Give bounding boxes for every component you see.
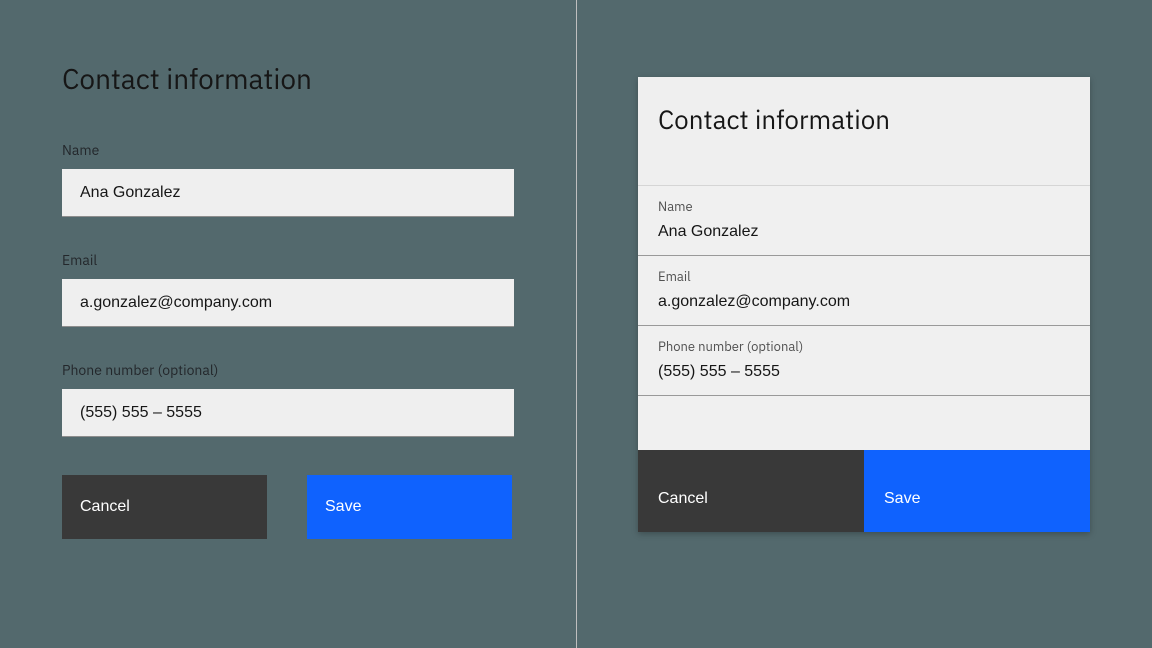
- modal-name-label: Name: [658, 198, 1070, 215]
- modal-spacer: [638, 396, 1090, 450]
- modal-title: Contact information: [658, 103, 1070, 137]
- modal-cancel-button[interactable]: Cancel: [638, 450, 864, 532]
- button-row: Cancel Save: [62, 475, 514, 539]
- right-panel: Contact information Name Email Phone num…: [576, 0, 1152, 648]
- page-title: Contact information: [62, 60, 514, 97]
- field-phone: Phone number (optional): [62, 361, 514, 437]
- left-panel: Contact information Name Email Phone num…: [0, 0, 576, 648]
- contact-modal: Contact information Name Email Phone num…: [638, 77, 1090, 532]
- modal-save-button[interactable]: Save: [864, 450, 1090, 532]
- modal-field-name: Name: [638, 186, 1090, 256]
- cancel-button[interactable]: Cancel: [62, 475, 267, 539]
- modal-email-input[interactable]: [658, 293, 1070, 311]
- modal-field-phone: Phone number (optional): [638, 326, 1090, 396]
- modal-field-email: Email: [638, 256, 1090, 326]
- modal-name-input[interactable]: [658, 223, 1070, 241]
- save-button[interactable]: Save: [307, 475, 512, 539]
- email-label: Email: [62, 251, 514, 269]
- name-input[interactable]: [62, 169, 514, 217]
- modal-button-row: Cancel Save: [638, 450, 1090, 532]
- field-name: Name: [62, 141, 514, 217]
- modal-cancel-label: Cancel: [658, 491, 708, 507]
- field-email: Email: [62, 251, 514, 327]
- modal-email-label: Email: [658, 268, 1070, 285]
- modal-phone-input[interactable]: [658, 363, 1070, 381]
- modal-phone-label: Phone number (optional): [658, 338, 1070, 355]
- modal-header: Contact information: [638, 77, 1090, 186]
- phone-input[interactable]: [62, 389, 514, 437]
- phone-label: Phone number (optional): [62, 361, 514, 379]
- email-input[interactable]: [62, 279, 514, 327]
- modal-save-label: Save: [884, 491, 920, 507]
- name-label: Name: [62, 141, 514, 159]
